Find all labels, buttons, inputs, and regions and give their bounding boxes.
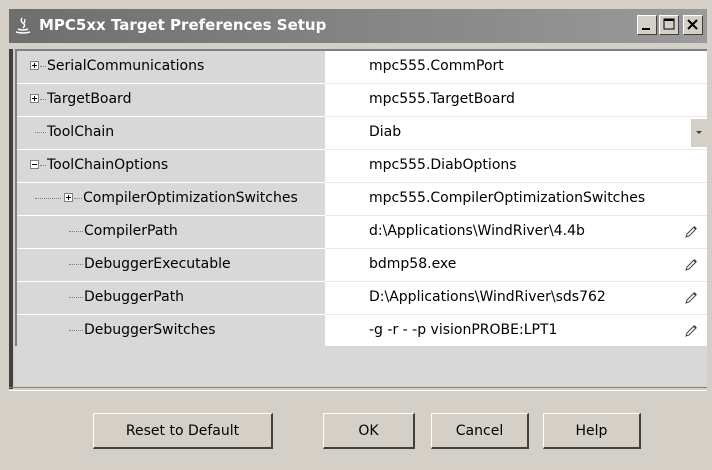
property-name: DebuggerPath: [84, 289, 185, 305]
cancel-button[interactable]: Cancel: [431, 413, 529, 449]
property-name-cell: DebuggerPath: [17, 282, 325, 315]
property-name: ToolChainOptions: [47, 157, 169, 173]
property-row-serialcommunications[interactable]: SerialCommunications mpc555.CommPort: [17, 51, 707, 84]
property-row-debuggerpath[interactable]: DebuggerPath D:\Applications\WindRiver\s…: [17, 282, 707, 315]
property-value: bdmp58.exe: [369, 256, 457, 272]
tree-line: [69, 297, 83, 299]
title-bar[interactable]: MPC5xx Target Preferences Setup: [9, 9, 707, 43]
property-name: TargetBoard: [47, 91, 132, 107]
property-row-compileroptimizationswitches[interactable]: CompilerOptimizationSwitches mpc555.Comp…: [17, 183, 707, 216]
table-empty-area: [15, 346, 707, 386]
property-value: mpc555.CompilerOptimizationSwitches: [369, 190, 646, 206]
expand-plus-icon[interactable]: [30, 61, 39, 70]
property-name-cell: CompilerOptimizationSwitches: [17, 183, 325, 216]
property-value: mpc555.TargetBoard: [369, 91, 515, 107]
tree-line: [35, 132, 46, 134]
property-row-targetboard[interactable]: TargetBoard mpc555.TargetBoard: [17, 84, 707, 117]
panel-left-edge: [9, 49, 13, 389]
property-name-cell: SerialCommunications: [17, 51, 325, 84]
property-name: DebuggerSwitches: [84, 322, 216, 338]
pencil-icon[interactable]: [683, 323, 699, 339]
maximize-icon: [663, 18, 675, 30]
property-value-cell[interactable]: mpc555.CompilerOptimizationSwitches: [325, 183, 707, 216]
property-value: mpc555.DiabOptions: [369, 157, 517, 173]
property-value-cell[interactable]: Diab: [325, 117, 707, 150]
property-name-cell: ToolChainOptions: [17, 150, 325, 183]
property-value-cell[interactable]: bdmp58.exe: [325, 249, 707, 282]
expand-plus-icon[interactable]: [64, 193, 73, 202]
property-value: Diab: [369, 124, 402, 140]
property-name-cell: TargetBoard: [17, 84, 325, 117]
maximize-button[interactable]: [659, 15, 679, 35]
tree-line: [69, 264, 83, 266]
close-icon: [687, 19, 698, 30]
matlab-java-icon: [15, 17, 31, 34]
property-row-toolchainoptions[interactable]: ToolChainOptions mpc555.DiabOptions: [17, 150, 707, 183]
property-name: ToolChain: [47, 124, 115, 140]
toolchain-dropdown-button[interactable]: [691, 119, 707, 147]
help-button[interactable]: Help: [543, 413, 641, 449]
close-button[interactable]: [683, 15, 703, 35]
property-value: mpc555.CommPort: [369, 58, 504, 74]
pencil-icon[interactable]: [683, 257, 699, 273]
tree-line: [74, 198, 82, 200]
tree-line: [69, 231, 83, 233]
minimize-icon: [642, 28, 650, 30]
property-row-toolchain[interactable]: ToolChain Diab: [17, 117, 707, 150]
ok-button[interactable]: OK: [323, 413, 415, 449]
expand-plus-icon[interactable]: [30, 94, 39, 103]
property-name: DebuggerExecutable: [84, 256, 231, 272]
property-value-cell[interactable]: mpc555.DiabOptions: [325, 150, 707, 183]
tree-line: [40, 99, 46, 101]
reset-to-default-button[interactable]: Reset to Default: [93, 413, 273, 449]
window-title: MPC5xx Target Preferences Setup: [39, 16, 327, 34]
divider: [9, 387, 707, 391]
property-name-cell: CompilerPath: [17, 216, 325, 249]
property-value-cell[interactable]: mpc555.TargetBoard: [325, 84, 707, 117]
property-row-compilerpath[interactable]: CompilerPath d:\Applications\WindRiver\4…: [17, 216, 707, 249]
property-value: D:\Applications\WindRiver\sds762: [369, 289, 606, 305]
tree-line: [40, 165, 46, 167]
property-name: CompilerOptimizationSwitches: [83, 190, 298, 206]
property-row-debuggerswitches[interactable]: DebuggerSwitches -g -r - -p visionPROBE:…: [17, 315, 707, 348]
tree-line: [69, 330, 83, 332]
property-value: d:\Applications\WindRiver\4.4b: [369, 223, 585, 239]
pencil-icon[interactable]: [683, 224, 699, 240]
minimize-button[interactable]: [637, 15, 657, 35]
property-value-cell[interactable]: -g -r - -p visionPROBE:LPT1: [325, 315, 707, 348]
collapse-minus-icon[interactable]: [30, 160, 39, 169]
property-name: SerialCommunications: [47, 58, 205, 74]
dialog-window: MPC5xx Target Preferences Setup SerialCo…: [0, 0, 712, 470]
property-name-cell: DebuggerSwitches: [17, 315, 325, 348]
property-value-cell[interactable]: mpc555.CommPort: [325, 51, 707, 84]
property-value: -g -r - -p visionPROBE:LPT1: [369, 322, 558, 338]
tree-line: [40, 66, 46, 68]
property-row-debuggerexecutable[interactable]: DebuggerExecutable bdmp58.exe: [17, 249, 707, 282]
property-name-cell: ToolChain: [17, 117, 325, 150]
tree-line: [35, 198, 61, 200]
property-name: CompilerPath: [84, 223, 178, 239]
property-table: SerialCommunications mpc555.CommPort Tar…: [15, 49, 707, 348]
property-name-cell: DebuggerExecutable: [17, 249, 325, 282]
property-value-cell[interactable]: D:\Applications\WindRiver\sds762: [325, 282, 707, 315]
pencil-icon[interactable]: [683, 290, 699, 306]
property-value-cell[interactable]: d:\Applications\WindRiver\4.4b: [325, 216, 707, 249]
